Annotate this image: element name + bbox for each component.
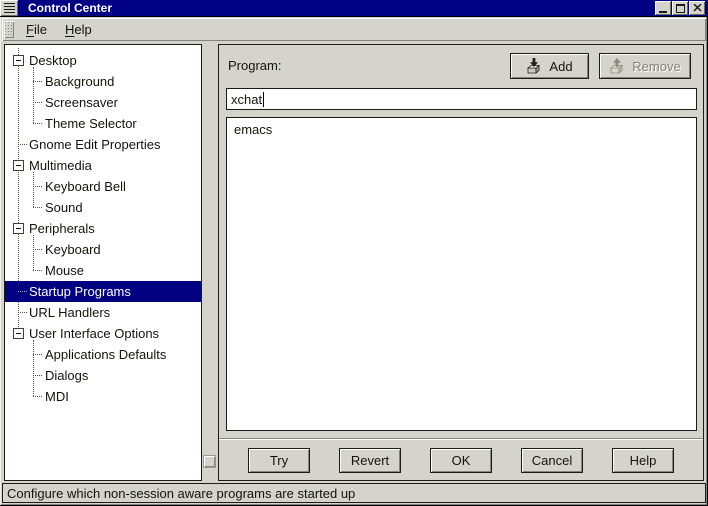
minus-glyph (16, 60, 21, 61)
tree-item-label: Theme Selector (45, 116, 137, 131)
text-caret (263, 92, 264, 107)
tree-item-sound[interactable]: Sound (5, 197, 201, 218)
tree-item-background[interactable]: Background (5, 71, 201, 92)
tree-item-url-handlers[interactable]: URL Handlers (5, 302, 201, 323)
tree-item-label: Dialogs (45, 368, 88, 383)
tree-item-label: Gnome Edit Properties (29, 137, 161, 152)
revert-button[interactable]: Revert (339, 448, 401, 473)
tree-item-gnome-edit-properties[interactable]: Gnome Edit Properties (5, 134, 201, 155)
program-entry-value: xchat (231, 92, 262, 107)
ok-button[interactable]: OK (430, 448, 492, 473)
minimize-icon (659, 11, 667, 13)
tree-item-startup-programs[interactable]: Startup Programs (5, 281, 201, 302)
statusbar: Configure which non-session aware progra… (2, 483, 706, 503)
tree-connector-stub (18, 291, 27, 292)
tree-connector-stub (33, 102, 42, 103)
tree-item-dialogs[interactable]: Dialogs (5, 365, 201, 386)
category-tree[interactable]: Desktop Background Screensaver Theme Select… (4, 44, 202, 481)
tree-connector-stub (33, 354, 42, 355)
tree-item-label: URL Handlers (29, 305, 110, 320)
program-label: Program: (228, 58, 281, 73)
close-button[interactable] (689, 1, 705, 15)
tree-item-label: Keyboard (45, 242, 101, 257)
action-buttons: Try Revert OK Cancel Help (219, 448, 703, 473)
program-list[interactable]: emacs (226, 117, 697, 431)
menu-help[interactable]: Help (56, 19, 101, 40)
collapse-expander-icon[interactable] (13, 328, 24, 339)
tree-connector-stub (33, 375, 42, 376)
menu-file[interactable]: File (17, 19, 56, 40)
tree-connector-stub (33, 81, 42, 82)
tree-item-label: Background (45, 74, 114, 89)
tree-item-peripherals[interactable]: Peripherals (5, 218, 201, 239)
box-down-arrow-icon (526, 58, 542, 74)
tree-item-label: User Interface Options (29, 326, 159, 341)
box-up-arrow-icon (609, 58, 625, 74)
tree-connector-stub (18, 144, 27, 145)
tree-item-mouse[interactable]: Mouse (5, 260, 201, 281)
tree-item-screensaver[interactable]: Screensaver (5, 92, 201, 113)
tree-connector-stub (18, 312, 27, 313)
minus-glyph (16, 228, 21, 229)
remove-button-label: Remove (632, 59, 680, 74)
pane-divider-handle[interactable] (203, 455, 216, 468)
tree-item-mdi[interactable]: MDI (5, 386, 201, 407)
help-button[interactable]: Help (612, 448, 674, 473)
tree-connector-stub (33, 186, 42, 187)
tree-item-applications-defaults[interactable]: Applications Defaults (5, 344, 201, 365)
tree-item-label: MDI (45, 389, 69, 404)
tree-item-label: Mouse (45, 263, 84, 278)
tree-connector-stub (33, 249, 42, 250)
action-area-separator (219, 438, 703, 440)
minus-glyph (16, 333, 21, 334)
startup-programs-panel: Program: Add Remove xchat emacs (218, 44, 704, 481)
collapse-expander-icon[interactable] (13, 223, 24, 234)
tree-item-label: Peripherals (29, 221, 95, 236)
try-button[interactable]: Try (248, 448, 310, 473)
tree-item-label: Sound (45, 200, 83, 215)
collapse-expander-icon[interactable] (13, 160, 24, 171)
maximize-icon (676, 4, 685, 13)
window-menu-button[interactable] (0, 0, 18, 16)
maximize-button[interactable] (672, 1, 688, 15)
titlebar: Control Center (0, 0, 708, 17)
collapse-expander-icon[interactable] (13, 55, 24, 66)
tree-connector-stub (33, 123, 42, 124)
tree-item-keyboard-bell[interactable]: Keyboard Bell (5, 176, 201, 197)
tree-connector-stub (33, 396, 42, 397)
tree-item-multimedia[interactable]: Multimedia (5, 155, 201, 176)
menubar: FileHelp (2, 18, 706, 41)
window-title: Control Center (28, 1, 655, 15)
tree-item-label: Desktop (29, 53, 77, 68)
add-button[interactable]: Add (510, 53, 589, 79)
remove-button[interactable]: Remove (599, 53, 691, 79)
tree-connector-stub (33, 270, 42, 271)
menubar-grip-handle[interactable] (4, 21, 14, 38)
tree-item-keyboard[interactable]: Keyboard (5, 239, 201, 260)
add-button-label: Add (549, 59, 572, 74)
category-tree-inner: Desktop Background Screensaver Theme Select… (5, 45, 201, 480)
program-entry[interactable]: xchat (226, 88, 697, 110)
window-menu-icon (4, 3, 15, 13)
tree-item-label: Applications Defaults (45, 347, 166, 362)
control-center-window: Control Center FileHelp DesktopBackgroun… (0, 0, 708, 506)
cancel-button[interactable]: Cancel (521, 448, 583, 473)
tree-item-label: Multimedia (29, 158, 92, 173)
tree-item-label: Startup Programs (29, 284, 131, 299)
program-list-item[interactable]: emacs (227, 120, 696, 139)
tree-item-desktop[interactable]: Desktop (5, 50, 201, 71)
statusbar-text: Configure which non-session aware progra… (7, 486, 355, 501)
minimize-button[interactable] (655, 1, 671, 15)
close-icon (693, 4, 702, 12)
minus-glyph (16, 165, 21, 166)
tree-item-label: Keyboard Bell (45, 179, 126, 194)
tree-item-user-interface-options[interactable]: User Interface Options (5, 323, 201, 344)
tree-connector-stub (33, 207, 42, 208)
tree-item-label: Screensaver (45, 95, 118, 110)
menubar-items: FileHelp (17, 19, 101, 40)
tree-item-theme-selector[interactable]: Theme Selector (5, 113, 201, 134)
